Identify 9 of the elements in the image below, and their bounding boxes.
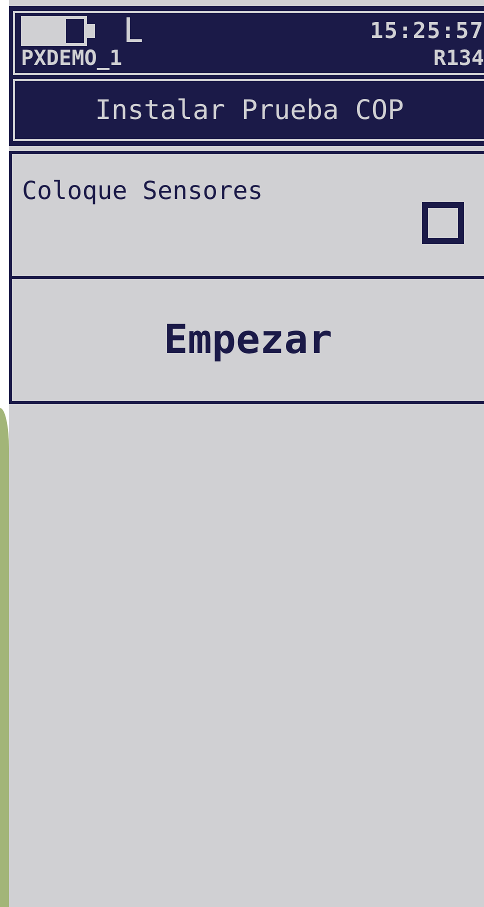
- screen-title: Instalar Prueba COP: [13, 79, 484, 141]
- checkbox[interactable]: [422, 202, 464, 244]
- mode-label: L: [123, 16, 144, 46]
- battery-icon: [21, 16, 97, 46]
- refrigerant-label: R134: [433, 46, 484, 70]
- start-button[interactable]: Empezar: [12, 279, 484, 401]
- checkbox-label: Coloque Sensores: [22, 176, 263, 205]
- clock-time: 15:25:57: [370, 18, 484, 44]
- device-name: PXDEMO_1: [21, 46, 122, 70]
